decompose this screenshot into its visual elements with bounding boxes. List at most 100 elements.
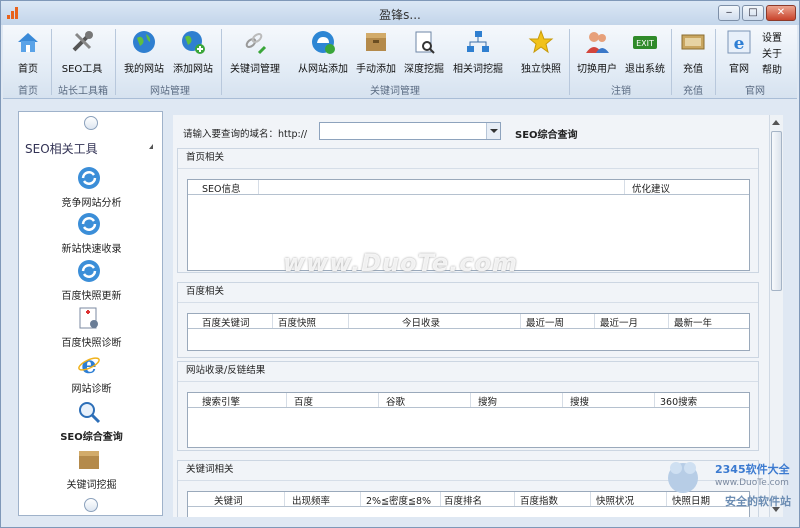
group-divider [671,29,672,95]
diagnose-icon [79,307,98,329]
refresh-icon [78,167,100,189]
column-header: 最近一周 [526,318,565,329]
official-site-button[interactable]: e 官网 [723,29,755,77]
group-divider [115,29,116,95]
scroll-up-arrow-icon[interactable] [772,120,780,125]
ie-globe-icon [312,31,335,54]
refresh-icon [78,213,100,235]
svg-text:e: e [734,34,745,54]
seo-query-button[interactable]: SEO综合查询 [515,126,578,141]
link-pen-icon [245,33,267,55]
group-label-official: 官网 [745,86,765,97]
network-icon [467,31,489,52]
recharge-button[interactable]: 充值 [677,29,709,77]
seo-tools-button[interactable]: SEO工具 [59,29,105,77]
column-header: 百度排名 [444,496,483,507]
domain-input[interactable] [319,122,501,140]
column-header: SEO信息 [202,184,241,195]
scrollbar-thumb[interactable] [771,131,782,291]
sidebar-item-site-diagnosis[interactable]: e 网站诊断 [19,352,164,398]
column-header: 快照状况 [596,496,635,507]
app-window: 盈锋s... ‒ □ ✕ 首页 SEO工具 我的网站 添加网站 关键词管理 从网… [0,0,800,528]
add-from-site-button[interactable]: 从网站添加 [295,29,351,77]
column-header: 最近一月 [600,318,639,329]
group-divider [51,29,52,95]
sidebar-scroll-down-button[interactable] [84,498,98,512]
switch-user-button[interactable]: 切换用户 [575,29,619,77]
globe-icon [133,31,155,53]
column-header: 优化建议 [632,184,671,195]
watermark-badge: 2345软件大全 www.DuoTe.com 安全的软件站 [663,456,800,516]
frog-logo-icon [668,462,698,493]
users-icon [586,32,609,53]
independent-snapshot-button[interactable]: 独立快照 [519,29,563,77]
table-header: 搜索引擎 百度 谷歌 搜狗 搜搜 360搜索 [188,393,749,408]
sidebar-item-keyword-mining[interactable]: 关键词挖掘 [19,448,164,494]
refresh-icon [78,260,100,282]
home-button[interactable]: 首页 [11,29,45,77]
about-button[interactable]: 关于 [759,45,785,60]
column-header: 360搜索 [660,397,698,408]
maximize-button[interactable]: □ [742,5,764,21]
close-button[interactable]: ✕ [766,5,796,21]
watermark-text: www.DuoTe.com [283,249,518,277]
column-header: 谷歌 [386,397,406,408]
column-header: 百度关键词 [202,318,250,329]
exit-icon: EXIT [633,36,657,49]
box-icon [79,451,99,469]
my-sites-button[interactable]: 我的网站 [121,29,167,77]
group-label-home: 首页 [18,86,38,97]
column-header: 百度 [294,397,314,408]
ribbon-toolbar: 首页 SEO工具 我的网站 添加网站 关键词管理 从网站添加 手动添加 深度挖掘… [3,25,797,99]
table-header: 百度关键词 百度快照 今日收录 最近一周 最近一月 最新一年 [188,314,749,329]
settings-button[interactable]: 设置 [759,29,785,44]
doc-search-icon [415,31,435,54]
sidebar-item-competitor-analysis[interactable]: 竞争网站分析 [19,166,164,212]
manual-add-button[interactable]: 手动添加 [353,29,399,77]
section-index-backlinks: 网站收录/反链结果 搜索引擎 百度 谷歌 搜狗 搜搜 360搜索 [177,361,759,451]
domain-dropdown-button[interactable] [486,123,500,139]
box-add-icon [366,33,386,51]
exit-system-button[interactable]: EXIT 退出系统 [623,29,667,77]
section-baidu: 百度相关 百度关键词 百度快照 今日收录 最近一周 最近一月 最新一年 [177,282,759,358]
section-title: 首页相关 [178,149,758,169]
baidu-table: 百度关键词 百度快照 今日收录 最近一周 最近一月 最新一年 [187,313,750,351]
sidebar-scroll-up-button[interactable] [84,116,98,130]
column-header: 今日收录 [402,318,441,329]
index-backlinks-table: 搜索引擎 百度 谷歌 搜狗 搜搜 360搜索 [187,392,750,448]
column-header: 百度快照 [278,318,317,329]
help-button[interactable]: 帮助 [759,61,785,76]
add-site-button[interactable]: 添加网站 [171,29,215,77]
title-bar[interactable]: 盈锋s... ‒ □ ✕ [1,1,799,25]
svg-text:e: e [81,352,96,376]
column-header: 关键词 [214,496,243,507]
window-title: 盈锋s... [379,8,421,22]
money-icon [681,34,705,50]
sidebar-title: SEO相关工具 [25,142,98,156]
sidebar-item-seo-query[interactable]: SEO综合查询 [19,400,164,446]
table-header: SEO信息 优化建议 [188,180,749,195]
related-word-mining-button[interactable]: 相关词挖掘 [451,29,505,77]
column-header: 出现频率 [292,496,331,507]
group-divider [569,29,570,95]
group-divider [715,29,716,95]
sidebar-item-snapshot-diagnosis[interactable]: 百度快照诊断 [19,306,164,352]
column-header: 最新一年 [674,318,713,329]
column-header: 搜搜 [570,397,590,408]
deep-mining-button[interactable]: 深度挖掘 [401,29,447,77]
group-label-keyword-manage: 关键词管理 [370,86,420,97]
sidebar-panel: SEO相关工具 竞争网站分析 新站快速收录 百度快照更新 百度快照诊断 e 网站… [18,111,163,516]
group-divider [221,29,222,95]
collapse-arrow-icon[interactable] [149,144,153,149]
group-label-webmaster: 站长工具箱 [58,86,108,97]
home-icon [18,33,38,52]
sidebar-item-fast-index[interactable]: 新站快速收录 [19,212,164,258]
keyword-manage-button[interactable]: 关键词管理 [227,29,283,77]
sidebar-item-snapshot-update[interactable]: 百度快照更新 [19,259,164,305]
column-header: 2%≦密度≦8% [366,496,432,507]
section-title: 网站收录/反链结果 [178,362,758,382]
tools-icon [72,31,93,52]
minimize-button[interactable]: ‒ [718,5,740,21]
ie-icon: e [78,352,100,376]
column-header: 搜索引擎 [202,397,241,408]
